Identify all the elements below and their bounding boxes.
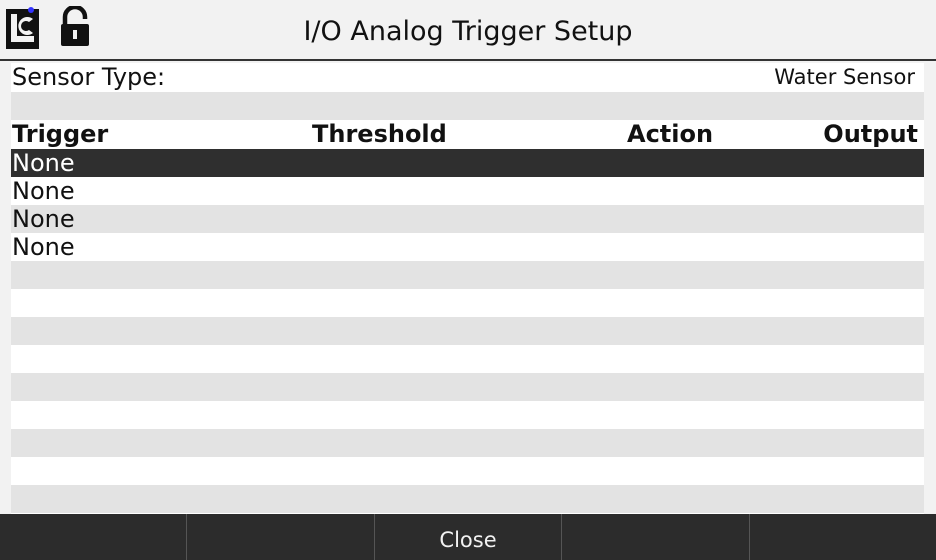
empty-row (11, 401, 924, 429)
softkey-bar: Close (0, 514, 936, 560)
empty-row (11, 457, 924, 485)
trigger-cell: None (12, 233, 75, 261)
softkey-2[interactable] (186, 514, 373, 560)
screen: I/O Analog Trigger Setup Sensor Type: Wa… (0, 0, 936, 560)
close-button-label: Close (437, 520, 498, 560)
empty-row (11, 261, 924, 289)
table-row[interactable]: None (11, 177, 924, 205)
spacer-row (11, 92, 924, 120)
sensor-type-value[interactable]: Water Sensor (774, 63, 915, 92)
empty-row (11, 317, 924, 345)
trigger-setup-panel: Sensor Type: Water Sensor Trigger Thresh… (11, 63, 924, 514)
softkey-5[interactable] (748, 514, 936, 560)
close-button[interactable]: Close (373, 514, 561, 560)
table-row-selected[interactable]: None (11, 149, 924, 177)
empty-row (11, 345, 924, 373)
trigger-cell: None (12, 177, 75, 205)
header-bar: I/O Analog Trigger Setup (0, 0, 936, 61)
column-header-output: Output (823, 120, 918, 148)
empty-row (11, 485, 924, 513)
column-header-threshold: Threshold (312, 120, 447, 148)
empty-row (11, 373, 924, 401)
table-row[interactable]: None (11, 233, 924, 261)
page-title: I/O Analog Trigger Setup (303, 16, 633, 47)
trigger-cell: None (12, 149, 75, 177)
table-row[interactable]: None (11, 205, 924, 233)
sensor-type-row[interactable]: Sensor Type: Water Sensor (11, 63, 924, 92)
table-header: Trigger Threshold Action Output (11, 120, 924, 149)
trigger-cell: None (12, 205, 75, 233)
column-header-action: Action (627, 120, 714, 148)
empty-row (11, 429, 924, 457)
softkey-1[interactable] (0, 514, 186, 560)
softkey-4[interactable] (561, 514, 748, 560)
empty-row (11, 289, 924, 317)
trigger-table-body: None None None None (11, 149, 924, 513)
column-header-trigger: Trigger (12, 120, 109, 148)
sensor-type-label: Sensor Type: (12, 63, 166, 91)
